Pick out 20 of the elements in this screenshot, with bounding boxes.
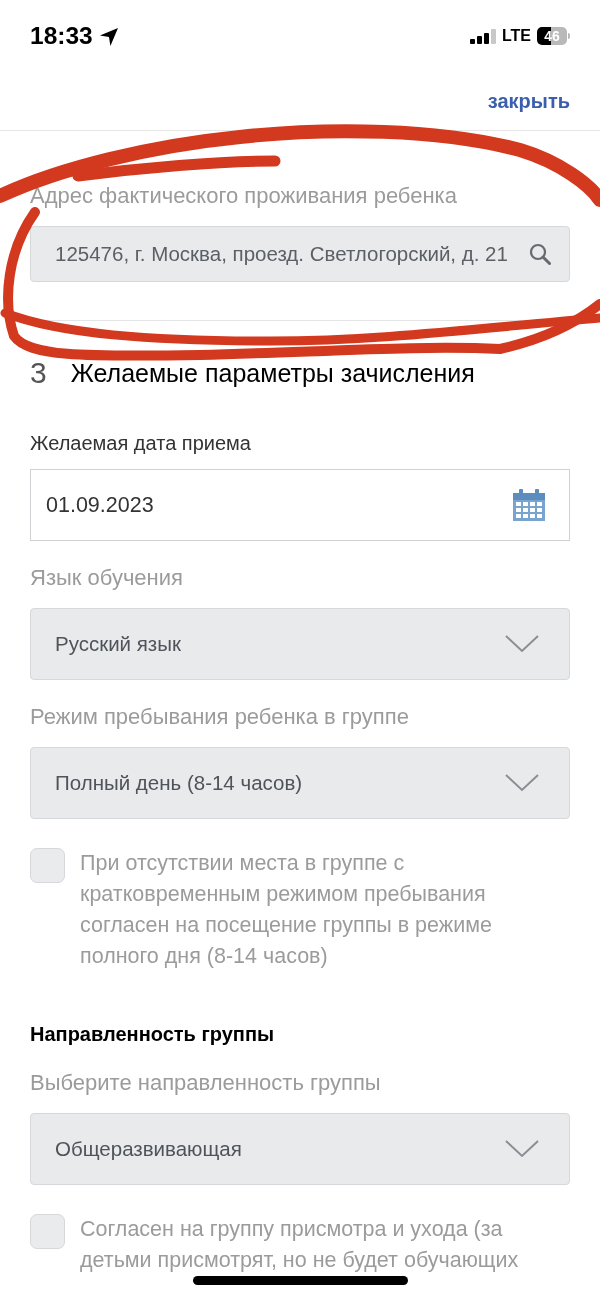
close-link[interactable]: закрыть	[487, 86, 570, 116]
field-label: Адрес фактического проживания ребенка	[30, 184, 458, 208]
calendar-icon[interactable]	[513, 489, 545, 521]
field-label: Желаемая дата приема	[30, 431, 252, 455]
location-arrow-icon	[98, 26, 118, 46]
field-label: Режим пребывания ребенка в группе	[30, 705, 410, 729]
field-label: Язык обучения	[30, 566, 184, 590]
date-field[interactable]: 01.09.2023	[30, 469, 570, 541]
checkbox-label: При отсутствии места в группе с кратковременным режимом пребывания согласен на посещение группы в режиме полного дня (8-14 часов)	[80, 850, 493, 970]
signal-icon	[469, 28, 496, 44]
section-title: Желаемые параметры зачисления	[70, 359, 475, 387]
section-number: 3	[30, 359, 47, 387]
chevron-down-icon	[505, 1140, 539, 1158]
chevron-down-icon	[505, 774, 539, 792]
chevron-down-icon	[505, 635, 539, 653]
field-label: Выберите направленность группы	[30, 1071, 382, 1095]
checkbox-label: Согласен на группу присмотра и ухода (за детьми присмотрят, но не будет обучающих	[80, 1216, 520, 1274]
status-time: 18:33	[30, 20, 93, 51]
group-heading: Направленность группы	[30, 1022, 276, 1046]
network-label: LTE	[501, 26, 531, 46]
